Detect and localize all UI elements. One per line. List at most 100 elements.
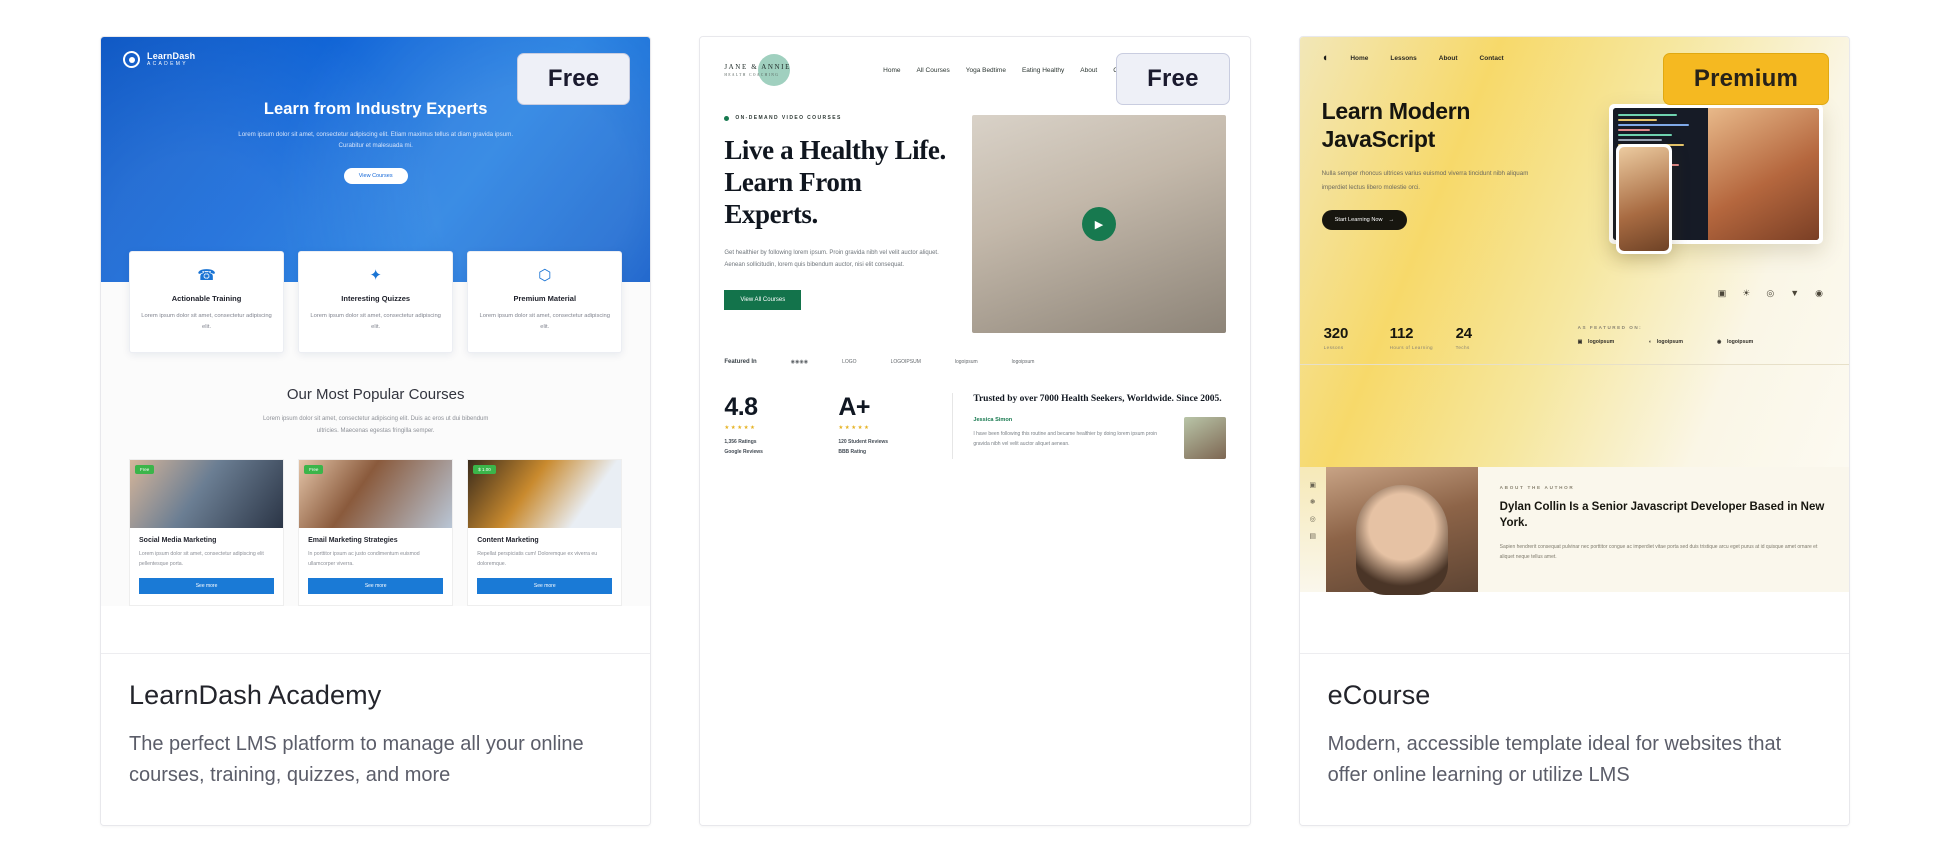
stats-row: 320 Lessons 112 Hours of Learning 24 Tec… (1299, 299, 1849, 365)
dribbble-icon[interactable]: ◎ (1310, 515, 1316, 523)
hero-paragraph: Nulla semper rhoncus ultrices varius eui… (1321, 170, 1529, 191)
about-author-paragraph: Sapien hendrerit consequat pulvinar nec … (1499, 543, 1818, 561)
image-icon: ▣ (1717, 288, 1727, 298)
section-subtitle: Lorem ipsum dolor sit amet, consectetur … (129, 413, 622, 437)
hero-title: Learn Modern JavaScript (1322, 98, 1532, 153)
box-icon: ⬡ (538, 267, 552, 284)
hero-cta-label: Start Learning Now (1334, 216, 1383, 223)
feature-cards: ☎ Actionable Training Lorem ipsum dolor … (101, 251, 650, 354)
feature-card[interactable]: ☎ Actionable Training Lorem ipsum dolor … (129, 251, 285, 354)
stat-value: 24 (1455, 325, 1472, 342)
brand-logo-icon: logoipsum (954, 359, 978, 365)
brand-logo-icon: ◉◉◉◉ (790, 359, 809, 365)
course-title: Social Media Marketing (139, 537, 217, 544)
feature-desc: Lorem ipsum dolor sit amet, consectetur … (479, 313, 611, 330)
stat-label: Techs (1455, 345, 1470, 350)
nav-item-home[interactable]: Home (1350, 55, 1368, 62)
testimonial-headline: Trusted by over 7000 Health Seekers, Wor… (973, 394, 1222, 404)
section-subtitle-line1: Lorem ipsum dolor sit amet, consectetur … (262, 416, 489, 422)
about-author-label: ABOUT THE AUTHOR (1499, 485, 1575, 490)
hero-section: ON-DEMAND VIDEO COURSES Live a Healthy L… (700, 93, 1249, 333)
course-card[interactable]: Free Social Media Marketing Lorem ipsum … (129, 459, 285, 607)
course-thumbnail: Free (130, 460, 284, 528)
ecourse-logo-icon[interactable]: ◖ (1322, 53, 1329, 64)
template-card-online-health-coach[interactable]: Free JANE & ANNIE HEALTH COACHING Home A… (699, 36, 1251, 826)
filter-icon: ▼ (1790, 288, 1800, 298)
course-card[interactable]: Free Email Marketing Strategies In portt… (298, 459, 454, 607)
featured-in-row: Featured In ◉◉◉◉ LOGO LOGOIPSUM logoipsu… (700, 333, 1249, 365)
section-title: Our Most Popular Courses (286, 386, 465, 403)
play-icon[interactable]: ▶ (1081, 207, 1116, 241)
template-preview-health-coach: JANE & ANNIE HEALTH COACHING Home All Co… (700, 37, 1250, 825)
course-see-more-button[interactable]: See more (308, 578, 444, 595)
feature-title: Actionable Training (171, 294, 242, 303)
puzzle-icon: ✦ (369, 267, 382, 284)
canyon-photo (1707, 108, 1819, 240)
star-rating-icon: ★★★★★ (724, 425, 757, 431)
nav-item-about[interactable]: About (1080, 67, 1097, 74)
hero-video-thumbnail[interactable]: ▶ (972, 115, 1226, 333)
course-card[interactable]: $ 1.00 Content Marketing Repellat perspi… (467, 459, 623, 607)
card-footer: eCourse Modern, accessible template idea… (1299, 653, 1849, 825)
hero-title-line2: JavaScript (1321, 125, 1436, 152)
nav-item-all-courses[interactable]: All Courses (916, 67, 949, 74)
nav-item-contact[interactable]: Contact (1480, 55, 1504, 62)
hero-cta-button[interactable]: Start Learning Now → (1321, 209, 1408, 230)
author-face (1355, 485, 1448, 595)
course-desc: Lorem ipsum dolor sit amet, consectetur … (139, 551, 264, 567)
stat-label: Hours of Learning (1389, 345, 1433, 350)
hero-eyebrow-label: ON-DEMAND VIDEO COURSES (735, 115, 842, 121)
feature-desc: Lorem ipsum dolor sit amet, consectetur … (141, 313, 272, 330)
course-desc: Repellat perspiciatis cum! Doloremque ex… (477, 551, 598, 567)
nav-item-yoga-bedtime[interactable]: Yoga Bedtime (966, 67, 1006, 74)
course-title: Email Marketing Strategies (308, 537, 398, 544)
testimonial-block: Trusted by over 7000 Health Seekers, Wor… (952, 393, 1226, 459)
section-subtitle-line2: ultricies. Maecenas egestas fringilla se… (316, 428, 435, 434)
brand-logo-icon: ▣ logoipsum (1577, 339, 1615, 345)
feature-title: Interesting Quizzes (341, 294, 411, 303)
status-badge: Free (516, 53, 631, 105)
course-grid: Free Social Media Marketing Lorem ipsum … (129, 459, 623, 607)
status-badge: Premium (1662, 53, 1829, 105)
instagram-icon[interactable]: ▣ (1309, 481, 1316, 489)
course-see-more-button[interactable]: See more (477, 578, 613, 595)
author-photo (1325, 467, 1478, 595)
template-description: The perfect LMS platform to manage all y… (129, 733, 584, 786)
hero-cta-button[interactable]: View Courses (343, 167, 408, 184)
stat-block: 112 Hours of Learning (1390, 325, 1456, 350)
template-preview-learndash: LearnDash ACADEMY Home All Courses H Lea… (101, 37, 651, 653)
hero-title: Live a Healthy Life. Learn From Experts. (724, 135, 946, 229)
feature-card[interactable]: ⬡ Premium Material Lorem ipsum dolor sit… (467, 251, 623, 354)
brand-logo-icon: ◖ logoipsum (1648, 339, 1684, 345)
logo[interactable]: JANE & ANNIE HEALTH COACHING (724, 53, 810, 87)
template-description: Modern, accessible template ideal for we… (1327, 733, 1782, 786)
phone-mockup (1615, 144, 1672, 254)
brand-logo-label: logoipsum (1656, 339, 1684, 345)
feature-card[interactable]: ✦ Interesting Quizzes Lorem ipsum dolor … (298, 251, 454, 354)
course-price-tag: Free (304, 465, 324, 474)
stat-block: A+ ★★★★★ 120 Student Reviews BBB Rating (838, 393, 926, 457)
course-see-more-button[interactable]: See more (139, 578, 275, 595)
linkedin-icon[interactable]: ▤ (1309, 532, 1316, 540)
feature-desc: Lorem ipsum dolor sit amet, consectetur … (310, 313, 441, 330)
testimonial-quote: I have been following this routine and b… (973, 430, 1158, 448)
stat-value: A+ (838, 393, 870, 421)
nav-item-home[interactable]: Home (883, 67, 900, 74)
stat-block: 4.8 ★★★★★ 1,356 Ratings Google Reviews (724, 393, 812, 457)
hero-cta-button[interactable]: View All Courses (724, 289, 802, 310)
testimonial-author: Jessica Simon (973, 416, 1013, 423)
twitter-icon[interactable]: ❅ (1310, 498, 1316, 506)
template-card-learndash-academy[interactable]: Free LearnDash ACADEMY Home All Courses … (100, 36, 652, 826)
nav-item-eating-healthy[interactable]: Eating Healthy (1022, 67, 1064, 74)
logo-name: JANE & ANNIE (724, 63, 791, 72)
hero-subtitle-line2: Curabitur et malesuada mi. (338, 142, 413, 150)
logo[interactable]: LearnDash ACADEMY (123, 51, 195, 68)
nav-item-lessons[interactable]: Lessons (1390, 55, 1416, 62)
hero-paragraph: Get healthier by following lorem ipsum. … (724, 249, 939, 269)
stat-label: Lessons (1323, 345, 1344, 350)
template-card-ecourse[interactable]: Premium ◖ Home Lessons About Contact Lea… (1298, 36, 1850, 826)
stat-line1: 120 Student Reviews (838, 439, 889, 445)
brand-logo-icon: LOGO (842, 359, 857, 365)
nav-item-about[interactable]: About (1439, 55, 1458, 62)
card-footer: LearnDash Academy The perfect LMS platfo… (101, 653, 651, 825)
